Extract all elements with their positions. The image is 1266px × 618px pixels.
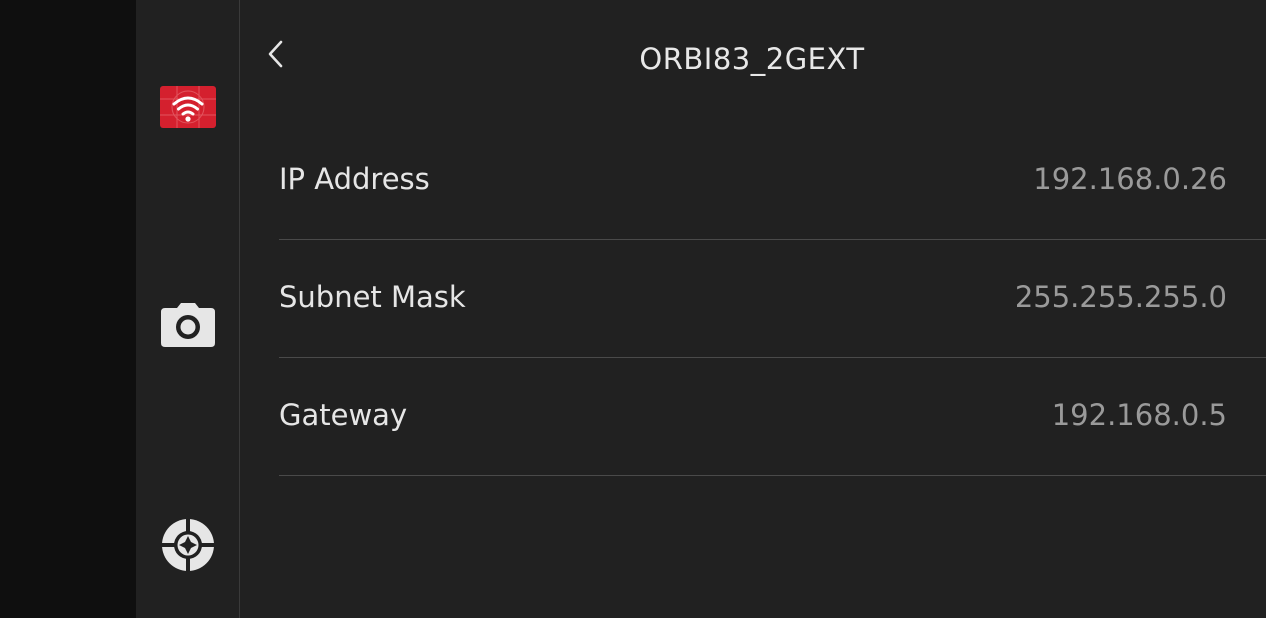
sidebar-item-wifi[interactable] xyxy=(150,74,225,144)
left-gutter xyxy=(0,0,136,618)
row-label: IP Address xyxy=(279,162,430,196)
camera-icon xyxy=(160,302,216,352)
wifi-icon xyxy=(159,85,217,133)
list-item-subnet-mask: Subnet Mask 255.255.255.0 xyxy=(279,240,1266,358)
header: ORBI83_2GEXT xyxy=(240,24,1266,102)
target-icon xyxy=(161,518,215,576)
app-root: ORBI83_2GEXT IP Address 192.168.0.26 Sub… xyxy=(0,0,1266,618)
row-label: Subnet Mask xyxy=(279,280,466,314)
list-item-gateway: Gateway 192.168.0.5 xyxy=(279,358,1266,476)
network-info-list: IP Address 192.168.0.26 Subnet Mask 255.… xyxy=(279,122,1266,476)
sidebar-item-camera[interactable] xyxy=(150,292,225,362)
sidebar-item-target[interactable] xyxy=(150,512,225,582)
row-value: 255.255.255.0 xyxy=(1014,280,1227,314)
list-item-ip-address: IP Address 192.168.0.26 xyxy=(279,122,1266,240)
page-title: ORBI83_2GEXT xyxy=(639,42,865,76)
main-panel: ORBI83_2GEXT IP Address 192.168.0.26 Sub… xyxy=(240,0,1266,618)
row-value: 192.168.0.26 xyxy=(1033,162,1227,196)
row-label: Gateway xyxy=(279,398,408,432)
row-value: 192.168.0.5 xyxy=(1051,398,1227,432)
